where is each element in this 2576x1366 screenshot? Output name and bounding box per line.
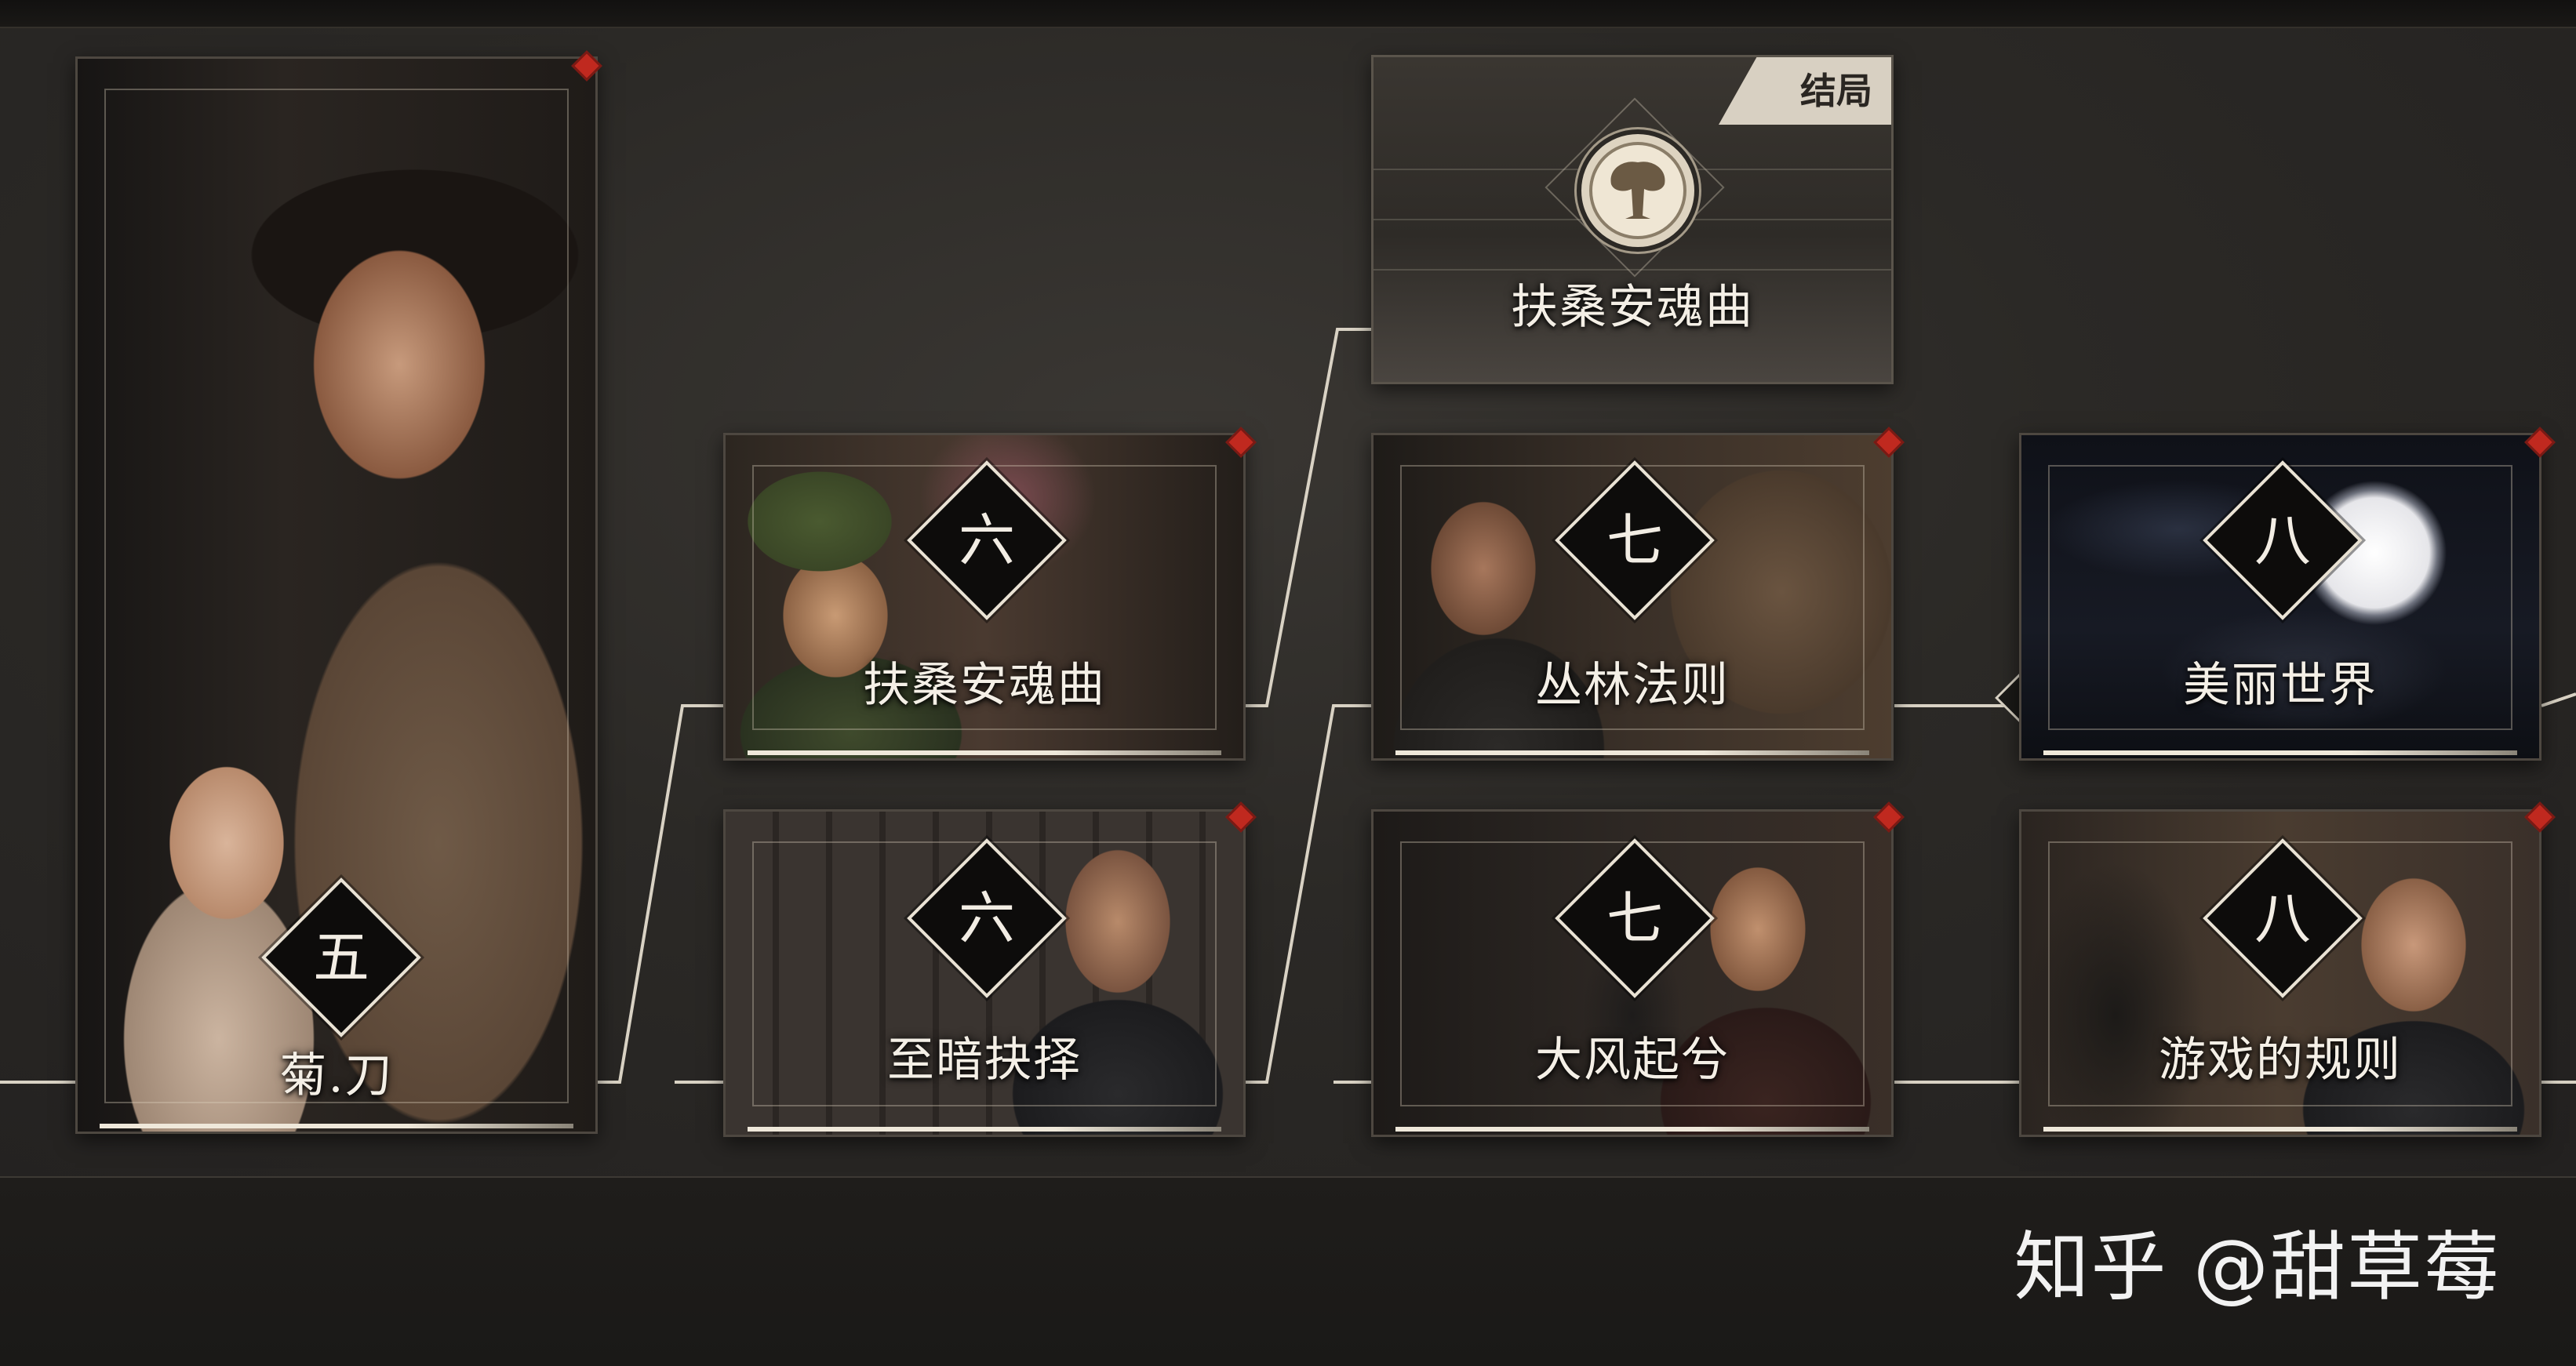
connector-6a-to-ending <box>1243 328 1373 707</box>
chapter-card-7a[interactable]: 七 丛林法则 <box>1371 433 1894 761</box>
chapter-7b-title: 大风起兮 <box>1535 1033 1730 1088</box>
chapter-6b-number: 六 <box>958 885 1015 951</box>
chapter-card-8b[interactable]: 八 游戏的规则 <box>2019 809 2541 1137</box>
chapter-8b-progress <box>2043 1127 2517 1132</box>
chapter-6a-title: 扶桑安魂曲 <box>863 658 1106 713</box>
chapter-6b-title: 至暗抉择 <box>887 1033 1082 1088</box>
chapter-5-title: 菊.刀 <box>279 1048 394 1103</box>
chapter-card-5[interactable]: 五 菊.刀 <box>75 56 598 1134</box>
chapter-7a-progress <box>1395 750 1869 755</box>
chapter-8a-progress <box>2043 750 2517 755</box>
connector-6b-to-7 <box>1243 704 1373 1084</box>
chapter-7a-number: 七 <box>1606 507 1663 573</box>
chapter-card-6a[interactable]: 六 扶桑安魂曲 <box>723 433 1246 761</box>
chapter-5-number: 五 <box>312 925 369 990</box>
ending-card[interactable]: 结局 扶桑安魂曲 <box>1371 55 1894 384</box>
connector-5-to-6 <box>596 704 726 1084</box>
chapter-8a-number: 八 <box>2254 507 2311 573</box>
ending-title: 扶桑安魂曲 <box>1511 280 1754 335</box>
chapter-card-6b[interactable]: 六 至暗抉择 <box>723 809 1246 1137</box>
ending-tag-label: 结局 <box>1800 70 1872 112</box>
mushroom-cloud-icon <box>1577 129 1699 252</box>
watermark: 知乎 @甜草莓 <box>2014 1223 2501 1311</box>
chapter-8b-title: 游戏的规则 <box>2159 1033 2402 1088</box>
connector-8a-out <box>2541 692 2576 707</box>
chapter-6a-number: 六 <box>958 507 1015 573</box>
chapter-8a-title: 美丽世界 <box>2183 658 2378 713</box>
chapter-7b-progress <box>1395 1127 1869 1132</box>
chapter-card-8a[interactable]: 八 美丽世界 <box>2019 433 2541 761</box>
chapter-7b-number: 七 <box>1606 885 1663 951</box>
chapter-6b-progress <box>748 1127 1221 1132</box>
chapter-7a-title: 丛林法则 <box>1535 658 1730 713</box>
chapter-card-7b[interactable]: 七 大风起兮 <box>1371 809 1894 1137</box>
chapter-5-progress <box>100 1124 573 1128</box>
chapter-8b-number: 八 <box>2254 885 2311 951</box>
chapter-6a-progress <box>748 750 1221 755</box>
